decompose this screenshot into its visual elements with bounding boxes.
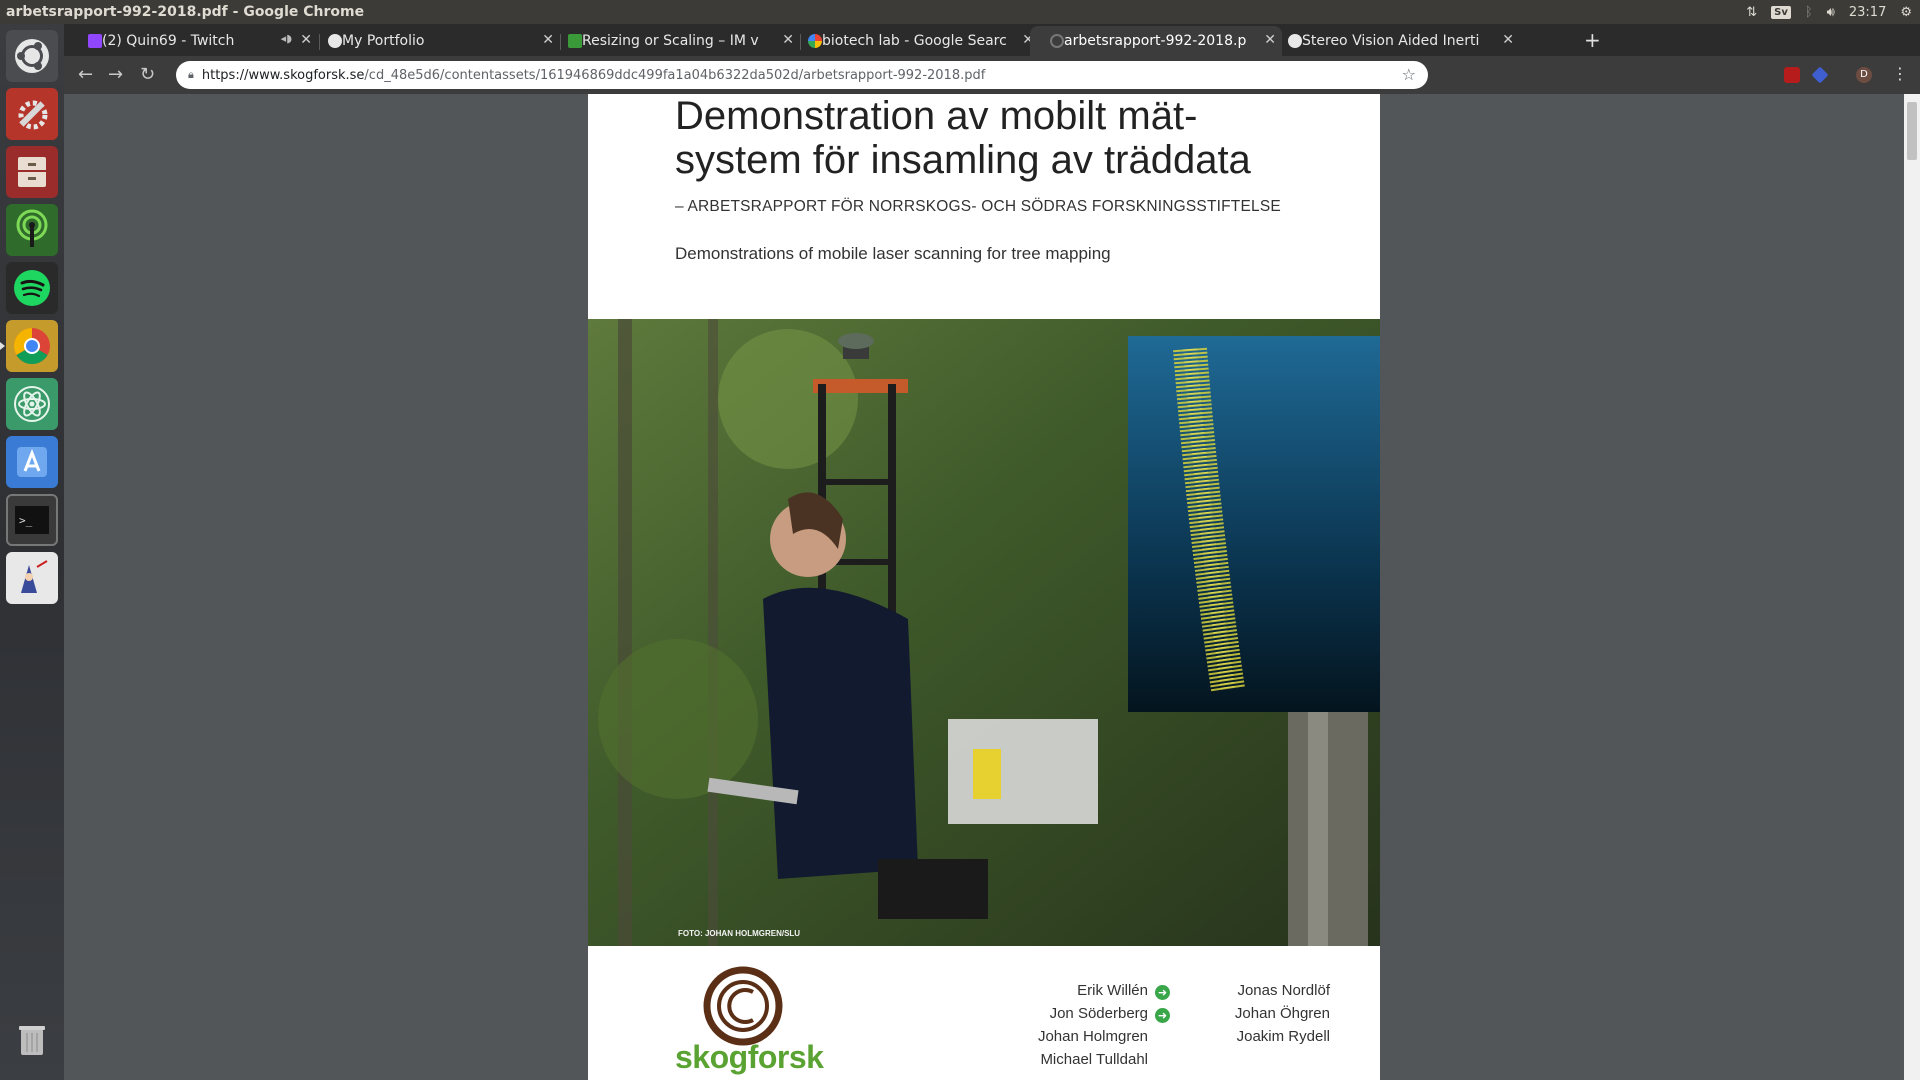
tab-label: biotech lab - Google Searc <box>822 33 1007 49</box>
author-name: Johan Holmgren <box>1037 1028 1148 1045</box>
system-top-bar: arbetsrapport-992-2018.pdf - Google Chro… <box>0 0 1920 24</box>
running-indicator <box>0 342 5 350</box>
wizard-icon <box>21 560 48 593</box>
atom-launcher[interactable] <box>6 378 58 430</box>
network-indicator-launcher[interactable] <box>6 204 58 256</box>
chrome-icon <box>13 328 50 365</box>
clock[interactable]: 23:17 <box>1849 5 1886 20</box>
profile-avatar[interactable]: D <box>1856 67 1872 83</box>
google-icon <box>808 34 822 48</box>
lock-icon[interactable]: 🔒︎ <box>188 68 194 82</box>
volume-icon[interactable]: 🔊︎ <box>1827 5 1835 20</box>
author-name: Erik Willén <box>1077 982 1148 999</box>
author-name: Michael Tulldahl <box>1040 1051 1148 1068</box>
system-tray: ⇅ Sv ᛒ 🔊︎ 23:17 ⚙ <box>1746 0 1912 24</box>
shield-extension-icon[interactable] <box>1811 66 1829 84</box>
terminal-launcher[interactable]: >_ <box>6 494 58 546</box>
browser-toolbar: ← → ↻ 🔒︎ https://www.skogforsk.se/cd_48e… <box>64 56 1920 94</box>
author-name: Johan Öhgren <box>1234 1005 1330 1022</box>
twitch-icon <box>88 34 102 48</box>
imagemagick-icon <box>568 34 582 48</box>
author-name: Joakim Rydell <box>1236 1028 1330 1045</box>
reload-button[interactable]: ↻ <box>140 64 155 85</box>
close-icon[interactable]: ✕ <box>542 32 554 48</box>
menu-kebab-icon[interactable]: ⋮ <box>1892 64 1908 83</box>
settings-gear-icon[interactable]: ⚙ <box>1900 5 1912 20</box>
tab-imagemagick[interactable]: Resizing or Scaling – IM v ✕ <box>560 26 800 56</box>
document-english-title: Demonstrations of mobile laser scanning … <box>675 244 1111 263</box>
antenna-icon <box>16 209 48 247</box>
tab-portfolio[interactable]: My Portfolio ✕ <box>320 26 560 56</box>
forward-button[interactable]: → <box>108 64 123 85</box>
tab-twitch[interactable]: (2) Quin69 - Twitch ◂◗ ✕ <box>80 26 318 56</box>
audio-playing-icon[interactable]: ◂◗ <box>281 32 292 45</box>
cover-photo: FOTO: JOHAN HOLMGREN/SLU <box>588 319 1380 946</box>
close-icon[interactable]: ✕ <box>300 32 312 48</box>
document-title: Demonstration av mobilt mät-system för i… <box>675 94 1251 182</box>
wrench-gear-icon <box>18 100 48 130</box>
tab-label: My Portfolio <box>342 33 425 49</box>
globe-icon <box>1288 34 1302 48</box>
url-path: /cd_48e5d6/contentassets/161946869ddc499… <box>364 67 986 83</box>
vertical-scrollbar[interactable] <box>1904 94 1920 1080</box>
author-name: Jon Söderberg <box>1049 1005 1148 1022</box>
address-bar[interactable]: 🔒︎ https://www.skogforsk.se/cd_48e5d6/co… <box>176 61 1428 89</box>
spotify-icon <box>14 270 50 306</box>
scrollbar-thumb[interactable] <box>1907 102 1917 160</box>
system-settings-launcher[interactable] <box>6 88 58 140</box>
skogforsk-wordmark: skogforsk <box>675 1039 824 1075</box>
keyboard-language[interactable]: Sv <box>1771 5 1791 19</box>
file-cabinet-icon <box>18 157 46 187</box>
trash-icon <box>19 1026 45 1055</box>
bookmark-star-icon[interactable]: ☆ <box>1402 65 1416 84</box>
loading-spinner-icon <box>1050 34 1064 48</box>
bluetooth-icon[interactable]: ᛒ <box>1805 5 1813 20</box>
new-tab-button[interactable]: + <box>1584 28 1601 52</box>
software-center-launcher[interactable] <box>6 436 58 488</box>
tab-label: arbetsrapport-992-2018.p <box>1064 33 1247 49</box>
author-name: Jonas Nordlöf <box>1237 982 1330 999</box>
close-icon[interactable]: ✕ <box>782 32 794 48</box>
tab-pdf-active[interactable]: arbetsrapport-992-2018.p ✕ <box>1030 26 1282 56</box>
svg-text:>_: >_ <box>19 514 33 527</box>
close-icon[interactable]: ✕ <box>1502 32 1514 48</box>
app-store-icon <box>17 447 47 477</box>
image-editor-launcher[interactable] <box>6 552 58 604</box>
back-button[interactable]: ← <box>78 64 93 85</box>
launcher: >_ <box>0 24 64 1080</box>
tab-stereo-vision[interactable]: Stereo Vision Aided Inerti ✕ <box>1280 26 1520 56</box>
arrow-circle-icon: ➜ <box>1155 985 1170 1000</box>
url-host: https://www.skogforsk.se <box>201 67 365 83</box>
chrome-launcher[interactable] <box>6 320 58 372</box>
pdf-page: Demonstration av mobilt mät-system för i… <box>588 94 1380 1080</box>
close-icon[interactable]: ✕ <box>1264 32 1276 48</box>
arrow-circle-icon: ➜ <box>1155 1008 1170 1023</box>
network-icon[interactable]: ⇅ <box>1746 5 1757 20</box>
ubuntu-logo-icon <box>15 39 49 73</box>
tab-strip: (2) Quin69 - Twitch ◂◗ ✕ My Portfolio ✕ … <box>64 24 1920 56</box>
tab-label: Stereo Vision Aided Inerti <box>1302 33 1480 49</box>
tab-google-search[interactable]: biotech lab - Google Searc ✕ <box>800 26 1040 56</box>
globe-icon <box>328 34 342 48</box>
document-subtitle: – ARBETSRAPPORT FÖR NORRSKOGS- OCH SÖDRA… <box>675 198 1281 215</box>
forest-scanner-photo <box>588 319 1380 946</box>
tab-label: Resizing or Scaling – IM v <box>582 33 759 49</box>
window-title: arbetsrapport-992-2018.pdf - Google Chro… <box>6 4 365 20</box>
ublock-extension-icon[interactable] <box>1784 67 1800 83</box>
photo-credit: FOTO: JOHAN HOLMGREN/SLU <box>678 929 801 938</box>
tab-label: (2) Quin69 - Twitch <box>102 33 235 49</box>
atom-icon <box>14 386 50 422</box>
pdf-viewer[interactable]: Demonstration av mobilt mät-system för i… <box>64 94 1904 1080</box>
spotify-launcher[interactable] <box>6 262 58 314</box>
files-launcher[interactable] <box>6 146 58 198</box>
terminal-icon: >_ <box>15 506 49 534</box>
dash-home-button[interactable] <box>6 30 58 82</box>
trash-launcher[interactable] <box>6 1014 58 1066</box>
